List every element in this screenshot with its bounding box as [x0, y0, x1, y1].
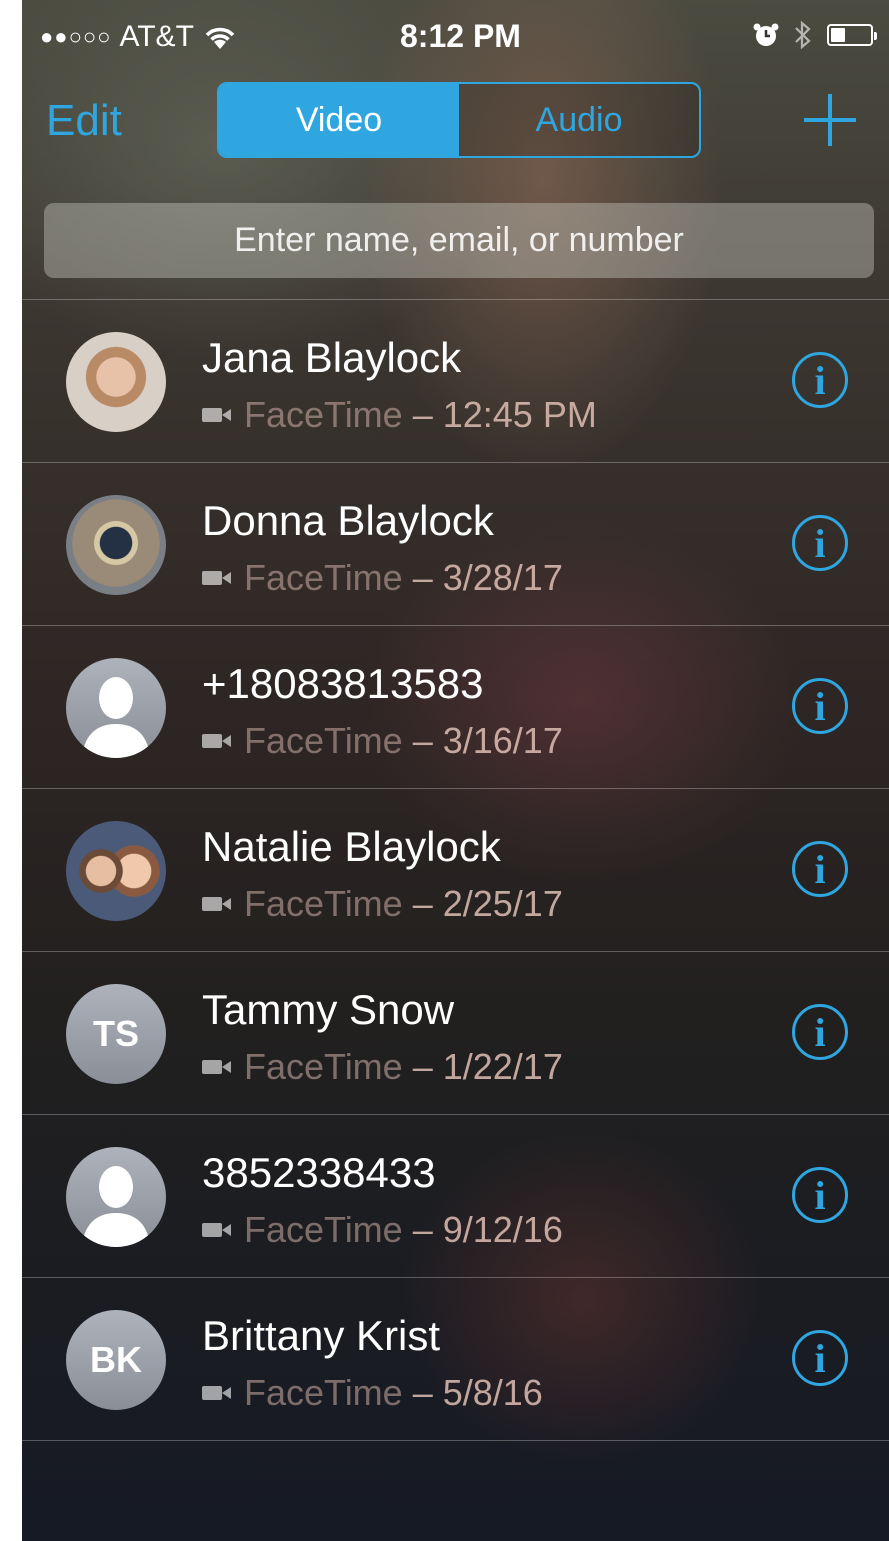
status-right: [753, 20, 877, 50]
list-item[interactable]: +18083813583 FaceTime – 3/16/17 i: [22, 626, 889, 789]
audio-segment[interactable]: Audio: [459, 84, 699, 156]
call-time: – 9/12/16: [412, 1209, 563, 1250]
info-icon[interactable]: i: [792, 515, 848, 571]
alarm-clock-icon: [753, 23, 779, 46]
info-icon[interactable]: i: [792, 1167, 848, 1223]
call-detail: FaceTime – 2/25/17: [202, 883, 563, 925]
call-service: FaceTime: [244, 1046, 403, 1087]
video-camera-icon: [202, 1384, 232, 1402]
contact-name: Natalie Blaylock: [202, 823, 501, 870]
video-audio-segmented-control: Video Audio: [217, 82, 701, 158]
edit-button[interactable]: Edit: [46, 96, 122, 146]
call-detail: FaceTime – 3/28/17: [202, 557, 563, 599]
video-camera-icon: [202, 1221, 232, 1239]
video-camera-icon: [202, 569, 232, 587]
carrier-name: AT&T: [119, 20, 194, 53]
status-time: 8:12 PM: [400, 18, 521, 54]
search-input[interactable]: [44, 203, 874, 278]
avatar: TS: [66, 984, 166, 1084]
list-item[interactable]: 3852338433 FaceTime – 9/12/16 i: [22, 1115, 889, 1278]
avatar: [66, 332, 166, 432]
contact-name: Donna Blaylock: [202, 497, 494, 544]
call-service: FaceTime: [244, 720, 403, 761]
signal-strength: ●●○○○: [40, 24, 112, 49]
call-time: – 3/28/17: [412, 557, 563, 598]
info-icon[interactable]: i: [792, 678, 848, 734]
contact-name: Jana Blaylock: [202, 334, 462, 381]
status-bar: ●●○○○ AT&T 8:12 PM: [22, 0, 889, 70]
avatar: BK: [66, 1310, 166, 1410]
call-detail: FaceTime – 5/8/16: [202, 1372, 543, 1414]
bluetooth-icon: [795, 20, 811, 50]
call-detail: FaceTime – 1/22/17: [202, 1046, 563, 1088]
call-time: – 2/25/17: [412, 883, 563, 924]
call-time: – 12:45 PM: [412, 394, 597, 435]
video-camera-icon: [202, 895, 232, 913]
carrier-info: ●●○○○ AT&T: [40, 20, 238, 54]
list-item[interactable]: TS Tammy Snow FaceTime – 1/22/17 i: [22, 952, 889, 1115]
call-time: – 5/8/16: [412, 1372, 543, 1413]
wifi-icon: [205, 27, 235, 49]
call-time: – 3/16/17: [412, 720, 563, 761]
avatar: [66, 658, 166, 758]
battery-icon: [827, 24, 877, 46]
person-silhouette-icon: [82, 1166, 150, 1247]
call-time: – 1/22/17: [412, 1046, 563, 1087]
call-service: FaceTime: [244, 557, 403, 598]
video-camera-icon: [202, 732, 232, 750]
call-service: FaceTime: [244, 1209, 403, 1250]
contact-name: Brittany Krist: [202, 1312, 441, 1359]
info-icon[interactable]: i: [792, 841, 848, 897]
call-detail: FaceTime – 9/12/16: [202, 1209, 563, 1251]
avatar: [66, 495, 166, 595]
call-service: FaceTime: [244, 1372, 403, 1413]
call-detail: FaceTime – 3/16/17: [202, 720, 563, 762]
contact-name: 3852338433: [202, 1149, 436, 1196]
contact-name: +18083813583: [202, 660, 484, 707]
video-segment[interactable]: Video: [219, 84, 459, 156]
list-item[interactable]: BK Brittany Krist FaceTime – 5/8/16 i: [22, 1278, 889, 1441]
person-silhouette-icon: [82, 677, 150, 758]
info-icon[interactable]: i: [792, 1004, 848, 1060]
call-service: FaceTime: [244, 394, 403, 435]
facetime-screen: ●●○○○ AT&T 8:12 PM Edit Video Audio Ente…: [22, 0, 889, 1541]
recents-list: Jana Blaylock FaceTime – 12:45 PM i Donn…: [22, 299, 889, 1441]
info-icon[interactable]: i: [792, 1330, 848, 1386]
list-item[interactable]: Natalie Blaylock FaceTime – 2/25/17 i: [22, 789, 889, 952]
call-service: FaceTime: [244, 883, 403, 924]
list-item[interactable]: Jana Blaylock FaceTime – 12:45 PM i: [22, 300, 889, 463]
video-camera-icon: [202, 1058, 232, 1076]
call-detail: FaceTime – 12:45 PM: [202, 394, 597, 436]
plus-icon[interactable]: [802, 92, 858, 148]
contact-name: Tammy Snow: [202, 986, 455, 1033]
list-item[interactable]: Donna Blaylock FaceTime – 3/28/17 i: [22, 463, 889, 626]
video-camera-icon: [202, 406, 232, 424]
info-icon[interactable]: i: [792, 352, 848, 408]
avatar: [66, 821, 166, 921]
avatar: [66, 1147, 166, 1247]
